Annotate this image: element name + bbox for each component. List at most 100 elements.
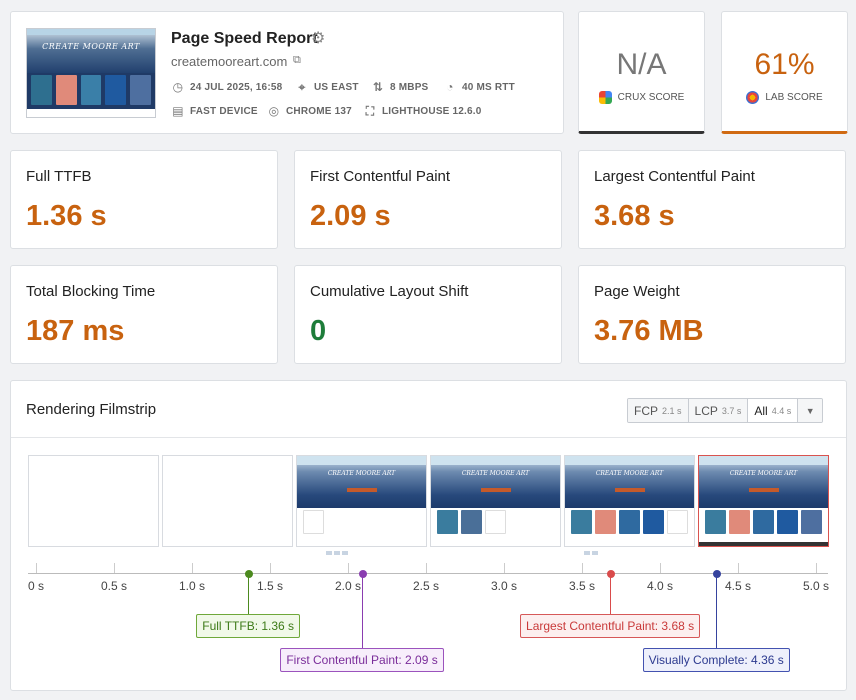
page-thumbnail[interactable]: CREATE MOORE ART (26, 28, 156, 118)
filmstrip-frame-visually-complete[interactable]: CREATE MOORE ART (698, 455, 829, 547)
axis-tick-label: 0.5 s (100, 579, 127, 593)
filmstrip-frame-blank[interactable] (28, 455, 159, 547)
frame-site-title: CREATE MOORE ART (327, 470, 396, 477)
lcp-marker-dot[interactable] (606, 570, 615, 578)
axis-tick-label: 2.0 s (334, 579, 361, 593)
ttfb-marker-line (248, 574, 250, 614)
tab-lcp[interactable]: LCP 3.7 s (688, 399, 749, 422)
tab-fcp[interactable]: FCP 2.1 s (628, 399, 689, 422)
axis-tick (426, 563, 427, 573)
axis-tick-label: 2.5 s (412, 579, 439, 593)
axis-tick-label: 4.5 s (724, 579, 751, 593)
axis-tick-label: 1.5 s (256, 579, 283, 593)
lab-score-value: 61% (754, 48, 815, 81)
axis-tick-label: 1.0 s (178, 579, 205, 593)
axis-tick-label: 3.5 s (568, 579, 595, 593)
filmstrip-frame-blank[interactable] (162, 455, 293, 547)
filmstrip-frame-fcp[interactable]: CREATE MOORE ART (296, 455, 427, 547)
frame-site-title: CREATE MOORE ART (729, 470, 798, 477)
report-header-card: CREATE MOORE ART Page Speed Report ⚙ cre… (10, 11, 564, 134)
lighthouse-icon: ⛶ (365, 104, 375, 118)
axis-tick (114, 563, 115, 573)
vc-marker-dot[interactable] (712, 570, 721, 578)
page-title: Page Speed Report (171, 30, 318, 47)
metric-value: 3.68 s (594, 200, 675, 232)
chrome-icon: ◎ (268, 104, 280, 118)
metric-value: 3.76 MB (594, 315, 704, 347)
meta-location: ⌖ US EAST (295, 80, 359, 94)
axis-tick (582, 563, 583, 573)
gear-icon[interactable]: ⚙ (311, 28, 325, 48)
request-indicator (584, 551, 598, 555)
axis-tick (348, 563, 349, 573)
fcp-marker-line (362, 574, 364, 648)
clock-icon: ◷ (172, 80, 184, 94)
lcp-marker-line (610, 574, 612, 614)
tab-all[interactable]: All 4.4 s (748, 399, 799, 422)
axis-tick-label: 4.0 s (646, 579, 673, 593)
request-indicator (326, 551, 348, 555)
meta-rtt: ◔ 40 MS RTT (443, 80, 515, 94)
axis-tick-label: 0 s (27, 579, 44, 593)
axis-tick (660, 563, 661, 573)
lcp-annotation-label: Largest Contentful Paint: 3.68 s (520, 614, 701, 638)
fcp-annotation-label: First Contentful Paint: 2.09 s (280, 648, 444, 672)
ttfb-marker-dot[interactable] (244, 570, 253, 578)
axis-tick-label: 5.0 s (802, 579, 829, 593)
meta-bandwidth: ⇅ 8 MBPS (372, 80, 429, 94)
metric-name: Total Blocking Time (26, 283, 156, 300)
thumbnail-site-title: CREATE MOORE ART (42, 42, 140, 51)
metric-card-lcp[interactable]: Largest Contentful Paint 3.68 s (578, 150, 846, 249)
meta-lighthouse: ⛶ LIGHTHOUSE 12.6.0 (363, 104, 482, 118)
crux-score-card[interactable]: N/A CRUX SCORE (578, 11, 705, 134)
filmstrip-frame[interactable]: CREATE MOORE ART (430, 455, 561, 547)
axis-tick (504, 563, 505, 573)
crux-score-value: N/A (616, 48, 667, 81)
metric-name: Cumulative Layout Shift (310, 283, 469, 300)
metric-value: 0 (310, 315, 327, 347)
axis-tick (36, 563, 37, 573)
chevron-down-icon[interactable]: ▼ (798, 399, 823, 422)
lab-score-card[interactable]: 61% LAB SCORE (721, 11, 848, 134)
external-link-icon[interactable]: ⧉ (293, 54, 301, 67)
bandwidth-arrows-icon: ⇅ (372, 80, 384, 94)
fcp-marker-dot[interactable] (358, 570, 367, 578)
metric-name: Full TTFB (26, 168, 92, 185)
gauge-icon: ◔ (446, 80, 454, 94)
device-icon: ▤ (172, 104, 184, 118)
metric-name: Largest Contentful Paint (594, 168, 755, 185)
axis-tick (192, 563, 193, 573)
location-pin-icon: ⌖ (298, 80, 306, 94)
metric-card-fcp[interactable]: First Contentful Paint 2.09 s (294, 150, 562, 249)
site-domain-link[interactable]: createmooreart.com (171, 54, 287, 69)
axis-tick (738, 563, 739, 573)
metric-card-tbt[interactable]: Total Blocking Time 187 ms (10, 265, 278, 364)
lighthouse-logo-icon (746, 91, 760, 104)
metric-name: First Contentful Paint (310, 168, 451, 185)
meta-browser: ◎ CHROME 137 (268, 104, 352, 118)
filmstrip-title: Rendering Filmstrip (26, 401, 157, 418)
metric-card-ttfb[interactable]: Full TTFB 1.36 s (10, 150, 278, 249)
metric-name: Page Weight (594, 283, 680, 300)
metric-card-cls[interactable]: Cumulative Layout Shift 0 (294, 265, 562, 364)
timeline-axis (28, 573, 828, 574)
axis-tick (270, 563, 271, 573)
frame-site-title: CREATE MOORE ART (595, 470, 664, 477)
vc-annotation-label: Visually Complete: 4.36 s (642, 648, 790, 672)
vc-marker-line (716, 574, 718, 648)
frame-site-title: CREATE MOORE ART (461, 470, 530, 477)
axis-tick-label: 3.0 s (490, 579, 517, 593)
meta-device: ▤ FAST DEVICE (172, 104, 258, 118)
crux-score-label: CRUX SCORE (617, 92, 685, 103)
metric-value: 187 ms (26, 315, 125, 347)
metric-value: 1.36 s (26, 200, 107, 232)
crux-logo-icon (598, 91, 612, 104)
filmstrip-frame-lcp[interactable]: CREATE MOORE ART (564, 455, 695, 547)
lab-score-label: LAB SCORE (765, 92, 823, 103)
meta-test-date: ◷ 24 JUL 2025, 16:58 (172, 80, 283, 94)
filmstrip-range-tabs: FCP 2.1 s LCP 3.7 s All 4.4 s ▼ (627, 398, 824, 423)
ttfb-annotation-label: Full TTFB: 1.36 s (196, 614, 301, 638)
metric-value: 2.09 s (310, 200, 391, 232)
metric-card-page-weight[interactable]: Page Weight 3.76 MB (578, 265, 846, 364)
axis-tick (816, 563, 817, 573)
